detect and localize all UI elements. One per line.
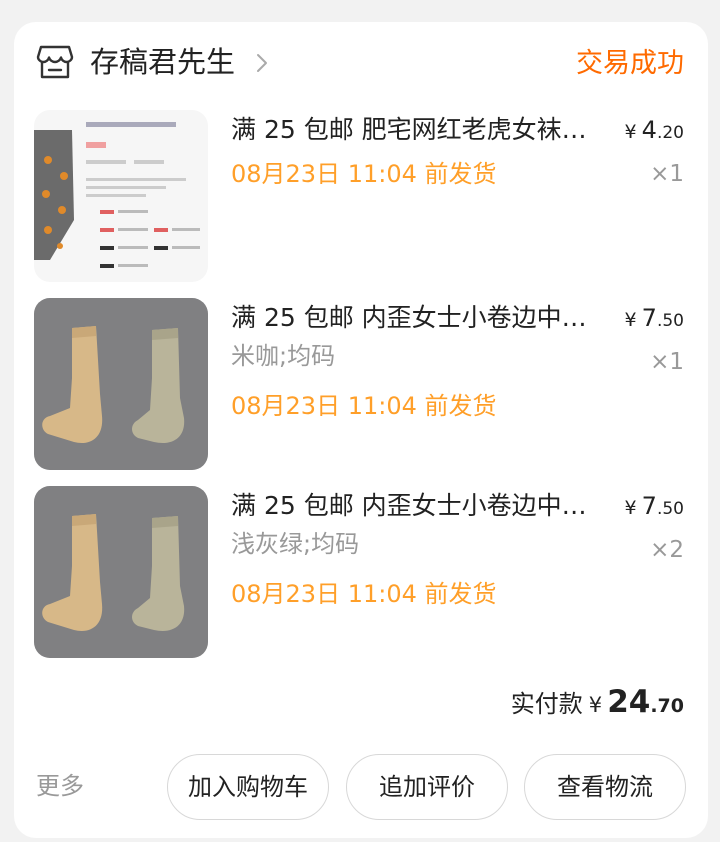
ship-time: 08月23日 11:04 前发货 xyxy=(231,160,497,188)
product-price: ¥ 4.20 xyxy=(624,110,684,153)
price-integer: 7 xyxy=(641,304,657,332)
order-item[interactable]: 满 25 包邮 肥宅网红老虎女袜… 08月23日 11:04 前发货 ¥ 4.2… xyxy=(14,110,708,282)
product-image-socks-grey-green[interactable] xyxy=(34,486,208,658)
store-icon xyxy=(36,45,74,79)
total-payment: 实付款 ¥ 24.70 xyxy=(511,680,684,729)
product-quantity: ×1 xyxy=(650,161,684,187)
view-logistics-button[interactable]: 查看物流 xyxy=(524,754,686,820)
order-status: 交易成功 xyxy=(576,48,684,79)
ship-time: 08月23日 11:04 前发货 xyxy=(231,392,497,420)
price-currency: ¥ xyxy=(624,121,637,143)
order-header: 存稿君先生 交易成功 xyxy=(14,22,708,106)
total-decimal: .70 xyxy=(650,695,684,717)
product-title[interactable]: 满 25 包邮 内歪女士小卷边中… xyxy=(231,486,611,526)
product-title[interactable]: 满 25 包邮 肥宅网红老虎女袜… xyxy=(231,110,611,150)
price-decimal: .50 xyxy=(656,499,684,519)
product-spec: 浅灰绿;均码 xyxy=(231,530,360,558)
order-item[interactable]: 满 25 包邮 内歪女士小卷边中… 浅灰绿;均码 08月23日 11:04 前发… xyxy=(14,486,708,658)
more-link[interactable]: 更多 xyxy=(36,768,84,804)
product-price: ¥ 7.50 xyxy=(624,486,684,529)
add-review-button[interactable]: 追加评价 xyxy=(346,754,508,820)
order-item[interactable]: 满 25 包邮 内歪女士小卷边中… 米咖;均码 08月23日 11:04 前发货… xyxy=(14,298,708,470)
product-title[interactable]: 满 25 包邮 内歪女士小卷边中… xyxy=(231,298,611,338)
chevron-right-icon[interactable] xyxy=(254,52,270,74)
add-to-cart-button[interactable]: 加入购物车 xyxy=(167,754,329,820)
price-currency: ¥ xyxy=(624,497,637,519)
total-currency: ¥ xyxy=(588,693,603,717)
product-quantity: ×1 xyxy=(650,349,684,375)
price-decimal: .20 xyxy=(656,123,684,143)
product-image-tiger-socks[interactable] xyxy=(34,110,208,282)
shop-name-link[interactable]: 存稿君先生 xyxy=(90,42,235,82)
product-price: ¥ 7.50 xyxy=(624,298,684,341)
order-card: 存稿君先生 交易成功 满 25 包邮 肥宅网红老虎女袜… 08月23日 11:0… xyxy=(14,22,708,838)
product-spec: 米咖;均码 xyxy=(231,342,336,370)
ship-time: 08月23日 11:04 前发货 xyxy=(231,580,497,608)
price-integer: 7 xyxy=(641,492,657,520)
price-integer: 4 xyxy=(641,116,657,144)
product-image-socks-beige[interactable] xyxy=(34,298,208,470)
total-integer: 24 xyxy=(607,684,651,720)
total-label: 实付款 xyxy=(510,690,583,718)
product-quantity: ×2 xyxy=(650,537,684,563)
price-decimal: .50 xyxy=(656,311,684,331)
price-currency: ¥ xyxy=(624,309,637,331)
